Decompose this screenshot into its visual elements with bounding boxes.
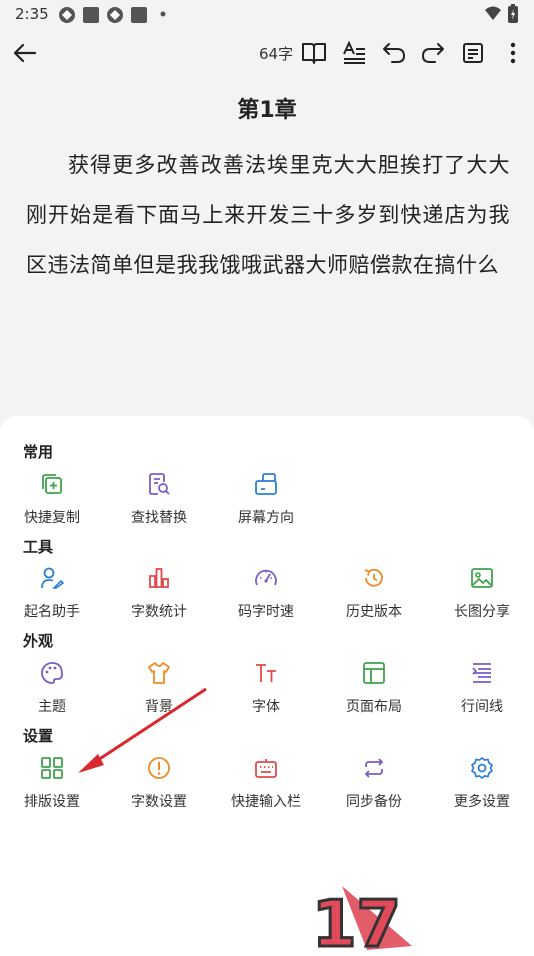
app-notification-icon-2 [107, 7, 123, 23]
sync-backup-button[interactable]: 同步备份 [329, 756, 419, 816]
long-image-share-label: 长图分享 [454, 604, 510, 620]
text-format-icon [343, 40, 365, 64]
naming-assistant-button[interactable]: 起名助手 [7, 566, 97, 626]
editor-toolbar: 64字 [0, 30, 534, 76]
line-spacing-button[interactable]: 行间线 [437, 661, 527, 721]
theme-label: 主题 [38, 699, 66, 715]
more-vertical-icon [510, 42, 516, 64]
copy-plus-icon [42, 474, 62, 494]
text-format-button[interactable] [339, 38, 369, 68]
screen-orientation-icon [255, 473, 277, 495]
quick-input-bar-icon [255, 759, 277, 778]
battery-icon [508, 4, 518, 23]
page-layout-label: 页面布局 [346, 699, 402, 715]
undo-icon [383, 43, 405, 63]
page-layout-button[interactable]: 页面布局 [329, 661, 419, 721]
undo-button[interactable] [379, 38, 409, 68]
word-stats-button[interactable]: 字数统计 [114, 566, 204, 626]
status-bar: 2:35 [0, 0, 534, 28]
app-square-icon-2 [131, 7, 147, 23]
find-replace-label: 查找替换 [131, 510, 187, 526]
chapter-title[interactable]: 第1章 [0, 92, 534, 124]
status-time: 2:35 [15, 5, 49, 23]
long-image-share-button[interactable]: 长图分享 [437, 566, 527, 626]
word-count-settings-icon [148, 757, 170, 779]
theme-palette-icon [41, 662, 63, 684]
history-version-button[interactable]: 历史版本 [329, 566, 419, 626]
line-spacing-icon [472, 663, 491, 683]
background-shirt-icon [148, 662, 170, 684]
line-spacing-label: 行间线 [461, 699, 503, 715]
background-button[interactable]: 背景 [114, 661, 204, 721]
quick-copy-button[interactable]: 快捷复制 [7, 472, 97, 532]
font-icon [256, 664, 276, 682]
layout-settings-label: 排版设置 [24, 794, 80, 810]
font-button[interactable]: 字体 [221, 661, 311, 721]
quick-copy-label: 快捷复制 [24, 510, 80, 526]
chapter-body-text[interactable]: 获得更多改善改善法埃里克大大胆挨打了大大刚开始是看下面马上来开发三十多岁到快递店… [26, 140, 510, 290]
font-label: 字体 [252, 699, 280, 715]
quick-input-bar-label: 快捷输入栏 [231, 794, 301, 810]
more-settings-label: 更多设置 [454, 794, 510, 810]
word-count-settings-button[interactable]: 字数设置 [114, 756, 204, 816]
naming-assistant-icon [41, 567, 64, 589]
layout-settings-icon [41, 757, 63, 779]
sync-backup-icon [365, 758, 383, 778]
typing-speed-label: 码字时速 [238, 604, 294, 620]
more-settings-gear-icon [471, 757, 493, 779]
redo-button[interactable] [418, 38, 448, 68]
quick-input-bar-button[interactable]: 快捷输入栏 [221, 756, 311, 816]
document-icon [463, 43, 483, 63]
page-layout-icon [363, 662, 385, 684]
back-button[interactable] [10, 38, 40, 68]
more-options-sheet: 常用 工具 外观 设置 快捷复制 查找替换 屏幕方向 起名助手 字数统计 码字时… [0, 416, 534, 956]
screen-orientation-label: 屏幕方向 [238, 510, 294, 526]
app-square-icon [83, 7, 99, 23]
section-title-tools: 工具 [23, 538, 54, 556]
more-menu-button[interactable] [498, 38, 528, 68]
long-image-share-icon [471, 568, 493, 588]
typing-speed-icon [255, 569, 277, 586]
outline-button[interactable] [458, 38, 488, 68]
sync-backup-label: 同步备份 [346, 794, 402, 810]
word-stats-icon [149, 568, 169, 588]
wifi-icon [485, 6, 501, 20]
word-count-settings-label: 字数设置 [131, 794, 187, 810]
app-notification-icon [59, 7, 75, 23]
history-version-label: 历史版本 [346, 604, 402, 620]
site-watermark-logo-icon: 17 [312, 886, 412, 950]
typing-speed-button[interactable]: 码字时速 [221, 566, 311, 626]
naming-assistant-label: 起名助手 [24, 604, 80, 620]
book-icon [302, 43, 326, 64]
find-replace-button[interactable]: 查找替换 [114, 472, 204, 532]
layout-settings-button[interactable]: 排版设置 [7, 756, 97, 816]
arrow-left-icon [13, 43, 37, 63]
reading-mode-button[interactable] [299, 38, 329, 68]
section-title-common: 常用 [23, 443, 54, 461]
find-replace-icon [149, 473, 170, 495]
more-notifications-dot-icon [160, 11, 166, 17]
redo-icon [422, 43, 444, 63]
word-count: 64字 [259, 45, 294, 63]
theme-button[interactable]: 主题 [7, 661, 97, 721]
screen-orientation-button[interactable]: 屏幕方向 [221, 472, 311, 532]
section-title-settings: 设置 [23, 727, 54, 745]
watermark-text: 17 [312, 888, 401, 950]
history-version-icon [364, 568, 383, 587]
word-stats-label: 字数统计 [131, 604, 187, 620]
background-label: 背景 [145, 699, 173, 715]
more-settings-button[interactable]: 更多设置 [437, 756, 527, 816]
section-title-appearance: 外观 [23, 632, 54, 650]
